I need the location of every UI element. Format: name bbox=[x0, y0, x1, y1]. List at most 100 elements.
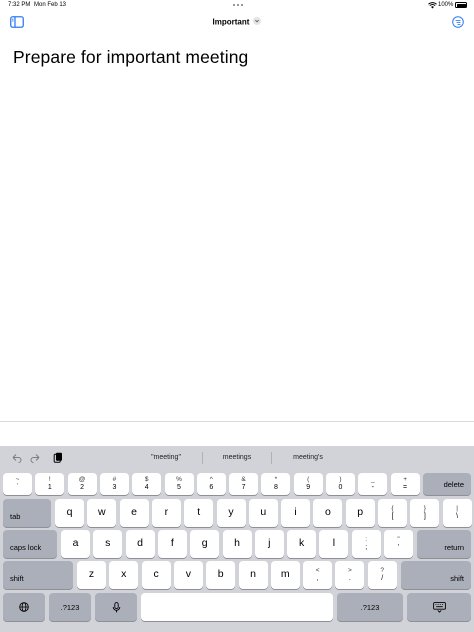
microphone-icon bbox=[112, 601, 120, 612]
key-slash[interactable]: ? / bbox=[367, 561, 397, 589]
battery-percent: 100% bbox=[438, 2, 454, 8]
dictation-key[interactable] bbox=[95, 593, 137, 621]
clipboard-icon[interactable] bbox=[52, 452, 64, 464]
battery-icon bbox=[455, 2, 467, 8]
chevron-down-icon bbox=[253, 17, 262, 26]
numbers-key-left-label: .?123 bbox=[60, 602, 80, 612]
key-t[interactable]: t bbox=[184, 499, 214, 527]
key-e-label: e bbox=[131, 506, 138, 518]
key-`-shift-label: ~ bbox=[15, 476, 20, 483]
nav-bar: Important bbox=[0, 12, 474, 34]
key-d[interactable]: d bbox=[125, 530, 155, 558]
key-r-label: r bbox=[164, 506, 169, 518]
key-c[interactable]: c bbox=[141, 561, 171, 589]
key-h[interactable]: h bbox=[222, 530, 252, 558]
key-w[interactable]: w bbox=[87, 499, 117, 527]
key-8-shift-label: * bbox=[274, 476, 278, 483]
key-x[interactable]: x bbox=[109, 561, 139, 589]
key-period-shift-label: > bbox=[347, 567, 352, 574]
key-=[interactable]: + = bbox=[390, 473, 420, 495]
key-p[interactable]: p bbox=[345, 499, 375, 527]
globe-key[interactable] bbox=[3, 593, 45, 621]
key-i-label: i bbox=[294, 506, 297, 518]
numbers-key-left[interactable]: .?123 bbox=[49, 593, 91, 621]
key-0[interactable]: ) 0 bbox=[326, 473, 355, 495]
key-b-label: b bbox=[217, 568, 224, 580]
key-backslash[interactable]: | \ bbox=[442, 499, 472, 527]
suggestion-3[interactable]: meeting's bbox=[272, 454, 344, 461]
key-4[interactable]: $4 bbox=[132, 473, 162, 495]
key-o[interactable]: o bbox=[313, 499, 343, 527]
shift-right-key[interactable]: shift bbox=[401, 561, 471, 589]
key-1[interactable]: ! 1 bbox=[35, 473, 65, 495]
key-b[interactable]: b bbox=[206, 561, 236, 589]
key-s[interactable]: s bbox=[93, 530, 123, 558]
key-a[interactable]: a bbox=[61, 530, 90, 558]
nav-title-button[interactable]: Important bbox=[0, 17, 474, 26]
key-bracket-2[interactable]: }] bbox=[410, 499, 440, 527]
key-5[interactable]: % 5 bbox=[164, 473, 194, 495]
space-key[interactable] bbox=[141, 593, 333, 621]
caps-lock-key[interactable]: caps lock bbox=[3, 530, 57, 558]
key-y[interactable]: y bbox=[216, 499, 246, 527]
key-r[interactable]: r bbox=[151, 499, 181, 527]
redo-icon[interactable] bbox=[30, 452, 42, 464]
dismiss-keyboard-key[interactable] bbox=[407, 593, 471, 621]
suggestion-2[interactable]: meetings bbox=[203, 454, 271, 461]
key-=-label: = bbox=[403, 484, 408, 491]
return-key-label: return bbox=[444, 543, 464, 552]
key-3[interactable]: #3 bbox=[99, 473, 129, 495]
more-options-icon[interactable] bbox=[452, 16, 464, 28]
key-z[interactable]: z bbox=[77, 561, 106, 589]
key-quote-label: ' bbox=[397, 544, 400, 551]
key-o-label: o bbox=[324, 506, 331, 518]
key-v[interactable]: v bbox=[173, 561, 203, 589]
key-j[interactable]: j bbox=[254, 530, 284, 558]
key-i[interactable]: i bbox=[281, 499, 311, 527]
key--[interactable]: _ - bbox=[358, 473, 388, 495]
screen: 7:32 PM Mon Feb 13 100% Important Prepar… bbox=[0, 0, 474, 632]
key-g[interactable]: g bbox=[190, 530, 220, 558]
key-e[interactable]: e bbox=[119, 499, 149, 527]
key-9-label: 9 bbox=[306, 484, 311, 491]
delete-key[interactable]: delete bbox=[423, 473, 471, 495]
suggestion-1[interactable]: "meeting" bbox=[130, 454, 202, 461]
key-comma[interactable]: <, bbox=[303, 561, 333, 589]
undo-icon[interactable] bbox=[10, 452, 22, 464]
key-`[interactable]: ~ ` bbox=[3, 473, 32, 495]
key-0-shift-label: ) bbox=[339, 476, 342, 483]
numbers-key-right[interactable]: .?123 bbox=[337, 593, 403, 621]
tab-key[interactable]: tab bbox=[3, 499, 51, 527]
key-q-label: q bbox=[66, 506, 73, 518]
key-bracket-1[interactable]: {[ bbox=[378, 499, 407, 527]
key-k[interactable]: k bbox=[287, 530, 317, 558]
key-quote[interactable]: " ' bbox=[384, 530, 413, 558]
note-title[interactable]: Prepare for important meeting bbox=[13, 47, 248, 68]
globe-icon bbox=[19, 602, 29, 612]
key-n[interactable]: n bbox=[238, 561, 268, 589]
key-m-label: m bbox=[280, 568, 290, 580]
key-m[interactable]: m bbox=[270, 561, 300, 589]
key-7[interactable]: & 7 bbox=[229, 473, 259, 495]
key-period[interactable]: >. bbox=[335, 561, 365, 589]
key-f[interactable]: f bbox=[157, 530, 187, 558]
multitasking-dots-icon[interactable] bbox=[228, 0, 248, 10]
key-8[interactable]: * 8 bbox=[261, 473, 291, 495]
keyboard-dismiss-icon bbox=[432, 601, 446, 613]
key-q[interactable]: q bbox=[55, 499, 84, 527]
return-key[interactable]: return bbox=[417, 530, 471, 558]
key-quote-shift-label: " bbox=[397, 536, 400, 543]
key-u[interactable]: u bbox=[248, 499, 278, 527]
key-6[interactable]: ^ 6 bbox=[196, 473, 226, 495]
keyboard: "meeting" meetings meeting's ~ `! 1 @2 #3 $4%… bbox=[0, 446, 474, 632]
key---shift-label: _ bbox=[370, 476, 375, 483]
key-6-label: 6 bbox=[209, 484, 214, 491]
shift-left-key[interactable]: shift bbox=[3, 561, 73, 589]
key-semicolon[interactable]: :; bbox=[351, 530, 381, 558]
key-5-label: 5 bbox=[177, 484, 181, 491]
key-c-label: c bbox=[153, 568, 159, 580]
key-l[interactable]: l bbox=[319, 530, 349, 558]
key-2[interactable]: @2 bbox=[67, 473, 97, 495]
key-`-label: ` bbox=[16, 484, 19, 491]
key-9[interactable]: (9 bbox=[293, 473, 323, 495]
